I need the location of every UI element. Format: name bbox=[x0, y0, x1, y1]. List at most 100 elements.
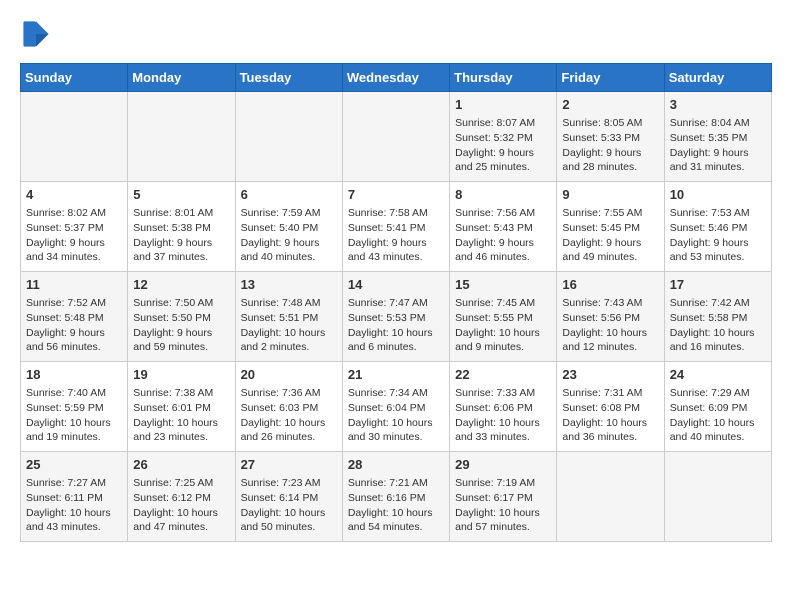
calendar-day-19: 19 Sunrise: 7:38 AM Sunset: 6:01 PM Dayli… bbox=[128, 362, 235, 452]
header-sunday: Sunday bbox=[21, 64, 128, 92]
day-info: Sunrise: 7:52 AM Sunset: 5:48 PM Dayligh… bbox=[26, 296, 122, 355]
page-header bbox=[20, 20, 772, 53]
calendar-day-28: 28Sunrise: 7:21 AM Sunset: 6:16 PM Dayli… bbox=[342, 452, 449, 542]
day-number: 8 bbox=[455, 186, 551, 204]
calendar-day-14: 14 Sunrise: 7:47 AM Sunset: 5:53 PM Dayli… bbox=[342, 272, 449, 362]
day-number: 3 bbox=[670, 96, 766, 114]
day-info: Sunrise: 7:43 AM Sunset: 5:56 PM Dayligh… bbox=[562, 296, 658, 355]
day-info: Sunrise: 7:34 AM Sunset: 6:04 PM Dayligh… bbox=[348, 386, 444, 445]
header-saturday: Saturday bbox=[664, 64, 771, 92]
day-number: 23 bbox=[562, 366, 658, 384]
day-info: Sunrise: 8:04 AM Sunset: 5:35 PM Dayligh… bbox=[670, 116, 766, 175]
day-info: Sunrise: 7:40 AM Sunset: 5:59 PM Dayligh… bbox=[26, 386, 122, 445]
day-info: Sunrise: 7:55 AM Sunset: 5:45 PM Dayligh… bbox=[562, 206, 658, 265]
calendar-empty-cell bbox=[128, 92, 235, 182]
day-number: 20 bbox=[241, 366, 337, 384]
calendar-day-20: 20 Sunrise: 7:36 AM Sunset: 6:03 PM Dayli… bbox=[235, 362, 342, 452]
day-info: Sunrise: 7:56 AM Sunset: 5:43 PM Dayligh… bbox=[455, 206, 551, 265]
header-monday: Monday bbox=[128, 64, 235, 92]
day-number: 1 bbox=[455, 96, 551, 114]
day-info: Sunrise: 8:05 AM Sunset: 5:33 PM Dayligh… bbox=[562, 116, 658, 175]
day-number: 13 bbox=[241, 276, 337, 294]
calendar-week-row: 4 Sunrise: 8:02 AM Sunset: 5:37 PM Daylig… bbox=[21, 182, 772, 272]
calendar-day-11: 11Sunrise: 7:52 AM Sunset: 5:48 PM Dayli… bbox=[21, 272, 128, 362]
day-info: Sunrise: 7:31 AM Sunset: 6:08 PM Dayligh… bbox=[562, 386, 658, 445]
calendar-day-5: 5 Sunrise: 8:01 AM Sunset: 5:38 PM Daylig… bbox=[128, 182, 235, 272]
day-number: 9 bbox=[562, 186, 658, 204]
header-thursday: Thursday bbox=[450, 64, 557, 92]
calendar-day-16: 16 Sunrise: 7:43 AM Sunset: 5:56 PM Dayli… bbox=[557, 272, 664, 362]
day-info: Sunrise: 7:59 AM Sunset: 5:40 PM Dayligh… bbox=[241, 206, 337, 265]
calendar-week-row: 18 Sunrise: 7:40 AM Sunset: 5:59 PM Dayli… bbox=[21, 362, 772, 452]
day-info: Sunrise: 8:01 AM Sunset: 5:38 PM Dayligh… bbox=[133, 206, 229, 265]
day-number: 29 bbox=[455, 456, 551, 474]
calendar-day-7: 7 Sunrise: 7:58 AM Sunset: 5:41 PM Daylig… bbox=[342, 182, 449, 272]
day-info: Sunrise: 7:42 AM Sunset: 5:58 PM Dayligh… bbox=[670, 296, 766, 355]
calendar-empty-cell bbox=[342, 92, 449, 182]
day-info: Sunrise: 7:38 AM Sunset: 6:01 PM Dayligh… bbox=[133, 386, 229, 445]
day-number: 26 bbox=[133, 456, 229, 474]
calendar-day-18: 18 Sunrise: 7:40 AM Sunset: 5:59 PM Dayli… bbox=[21, 362, 128, 452]
day-info: Sunrise: 7:48 AM Sunset: 5:51 PM Dayligh… bbox=[241, 296, 337, 355]
day-info: Sunrise: 7:27 AM Sunset: 6:11 PM Dayligh… bbox=[26, 476, 122, 535]
day-number: 14 bbox=[348, 276, 444, 294]
day-number: 28 bbox=[348, 456, 444, 474]
calendar-day-9: 9 Sunrise: 7:55 AM Sunset: 5:45 PM Daylig… bbox=[557, 182, 664, 272]
calendar-day-6: 6Sunrise: 7:59 AM Sunset: 5:40 PM Daylig… bbox=[235, 182, 342, 272]
calendar-day-24: 24 Sunrise: 7:29 AM Sunset: 6:09 PM Dayli… bbox=[664, 362, 771, 452]
day-number: 12 bbox=[133, 276, 229, 294]
calendar-empty-cell bbox=[557, 452, 664, 542]
calendar-day-29: 29 Sunrise: 7:19 AM Sunset: 6:17 PM Dayli… bbox=[450, 452, 557, 542]
header-wednesday: Wednesday bbox=[342, 64, 449, 92]
day-number: 27 bbox=[241, 456, 337, 474]
calendar-day-15: 15Sunrise: 7:45 AM Sunset: 5:55 PM Dayli… bbox=[450, 272, 557, 362]
day-info: Sunrise: 7:50 AM Sunset: 5:50 PM Dayligh… bbox=[133, 296, 229, 355]
calendar-empty-cell bbox=[21, 92, 128, 182]
calendar-day-27: 27 Sunrise: 7:23 AM Sunset: 6:14 PM Dayli… bbox=[235, 452, 342, 542]
day-number: 16 bbox=[562, 276, 658, 294]
logo bbox=[20, 20, 54, 53]
day-info: Sunrise: 7:25 AM Sunset: 6:12 PM Dayligh… bbox=[133, 476, 229, 535]
calendar-week-row: 25 Sunrise: 7:27 AM Sunset: 6:11 PM Dayli… bbox=[21, 452, 772, 542]
calendar-day-3: 3 Sunrise: 8:04 AM Sunset: 5:35 PM Daylig… bbox=[664, 92, 771, 182]
header-friday: Friday bbox=[557, 64, 664, 92]
day-info: Sunrise: 7:23 AM Sunset: 6:14 PM Dayligh… bbox=[241, 476, 337, 535]
calendar-day-21: 21 Sunrise: 7:34 AM Sunset: 6:04 PM Dayli… bbox=[342, 362, 449, 452]
day-number: 18 bbox=[26, 366, 122, 384]
calendar-empty-cell bbox=[664, 452, 771, 542]
calendar-day-23: 23 Sunrise: 7:31 AM Sunset: 6:08 PM Dayli… bbox=[557, 362, 664, 452]
day-info: Sunrise: 7:33 AM Sunset: 6:06 PM Dayligh… bbox=[455, 386, 551, 445]
day-number: 25 bbox=[26, 456, 122, 474]
day-number: 4 bbox=[26, 186, 122, 204]
calendar-week-row: 11Sunrise: 7:52 AM Sunset: 5:48 PM Dayli… bbox=[21, 272, 772, 362]
calendar-day-10: 10Sunrise: 7:53 AM Sunset: 5:46 PM Dayli… bbox=[664, 182, 771, 272]
calendar-day-22: 22Sunrise: 7:33 AM Sunset: 6:06 PM Dayli… bbox=[450, 362, 557, 452]
day-info: Sunrise: 7:47 AM Sunset: 5:53 PM Dayligh… bbox=[348, 296, 444, 355]
calendar-day-26: 26 Sunrise: 7:25 AM Sunset: 6:12 PM Dayli… bbox=[128, 452, 235, 542]
day-number: 5 bbox=[133, 186, 229, 204]
day-number: 24 bbox=[670, 366, 766, 384]
calendar-header-row: SundayMondayTuesdayWednesdayThursdayFrid… bbox=[21, 64, 772, 92]
day-number: 19 bbox=[133, 366, 229, 384]
day-number: 7 bbox=[348, 186, 444, 204]
day-number: 2 bbox=[562, 96, 658, 114]
calendar-table: SundayMondayTuesdayWednesdayThursdayFrid… bbox=[20, 63, 772, 542]
calendar-day-1: 1Sunrise: 8:07 AM Sunset: 5:32 PM Daylig… bbox=[450, 92, 557, 182]
calendar-day-8: 8 Sunrise: 7:56 AM Sunset: 5:43 PM Daylig… bbox=[450, 182, 557, 272]
day-info: Sunrise: 7:58 AM Sunset: 5:41 PM Dayligh… bbox=[348, 206, 444, 265]
day-info: Sunrise: 7:29 AM Sunset: 6:09 PM Dayligh… bbox=[670, 386, 766, 445]
day-info: Sunrise: 7:19 AM Sunset: 6:17 PM Dayligh… bbox=[455, 476, 551, 535]
day-number: 21 bbox=[348, 366, 444, 384]
day-number: 17 bbox=[670, 276, 766, 294]
calendar-day-25: 25 Sunrise: 7:27 AM Sunset: 6:11 PM Dayli… bbox=[21, 452, 128, 542]
header-tuesday: Tuesday bbox=[235, 64, 342, 92]
calendar-day-4: 4 Sunrise: 8:02 AM Sunset: 5:37 PM Daylig… bbox=[21, 182, 128, 272]
calendar-day-2: 2 Sunrise: 8:05 AM Sunset: 5:33 PM Daylig… bbox=[557, 92, 664, 182]
logo-icon bbox=[22, 20, 50, 48]
calendar-day-12: 12 Sunrise: 7:50 AM Sunset: 5:50 PM Dayli… bbox=[128, 272, 235, 362]
day-info: Sunrise: 7:53 AM Sunset: 5:46 PM Dayligh… bbox=[670, 206, 766, 265]
day-info: Sunrise: 8:02 AM Sunset: 5:37 PM Dayligh… bbox=[26, 206, 122, 265]
day-info: Sunrise: 7:36 AM Sunset: 6:03 PM Dayligh… bbox=[241, 386, 337, 445]
calendar-week-row: 1Sunrise: 8:07 AM Sunset: 5:32 PM Daylig… bbox=[21, 92, 772, 182]
calendar-day-17: 17 Sunrise: 7:42 AM Sunset: 5:58 PM Dayli… bbox=[664, 272, 771, 362]
